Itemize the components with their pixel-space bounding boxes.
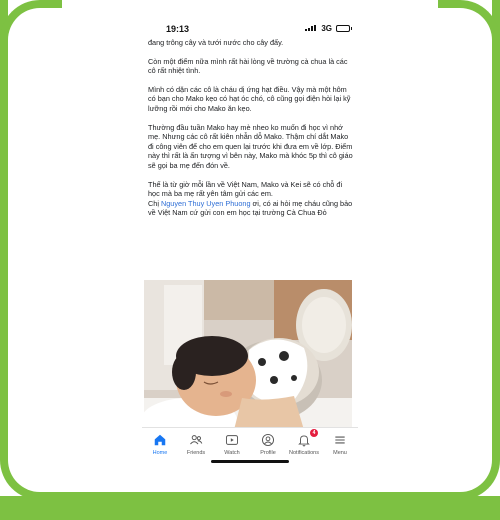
tab-watch[interactable]: Watch [214, 428, 250, 463]
post-paragraph: Thế là từ giờ mỗi lần về Việt Nam, Mako … [148, 179, 343, 199]
tab-menu[interactable]: Menu [322, 428, 358, 463]
profile-icon [261, 433, 275, 447]
friends-icon [190, 435, 203, 445]
signal-icon [305, 25, 316, 31]
home-indicator[interactable] [211, 460, 289, 463]
post-paragraph: Mình có dặn các cô là cháu dị ứng hạt đi… [148, 84, 351, 113]
tab-label: Friends [186, 450, 206, 456]
post-paragraph: Thường đầu tuần Mako hay mè nheo ko muốn… [148, 122, 353, 170]
tab-notifications[interactable]: 4 Notifications [286, 428, 322, 463]
tab-home[interactable]: Home [142, 428, 178, 463]
green-frame-bottom [0, 496, 500, 520]
post-body: đang trông cây và tưới nước cho cây đấy.… [148, 38, 354, 227]
tab-label: Notifications [289, 450, 319, 456]
tab-profile[interactable]: Profile [250, 428, 286, 463]
status-bar: 19:13 3G [142, 18, 358, 40]
home-icon [154, 434, 166, 446]
tab-friends[interactable]: Friends [178, 428, 214, 463]
mention-link[interactable]: Nguyen Thuy Uyen Phuong [161, 199, 251, 208]
sleeping-child-photo [144, 280, 352, 446]
tab-label: Menu [333, 450, 347, 456]
closing-prefix: Chị [148, 198, 161, 208]
tab-label: Watch [224, 450, 240, 456]
post-closing: Chị Nguyen Thuy Uyen Phuong ơi, có ai hỏ… [148, 199, 354, 218]
tab-label: Home [152, 450, 168, 456]
status-time: 19:13 [166, 24, 190, 34]
post-photo[interactable] [144, 280, 352, 446]
network-type: 3G [321, 24, 332, 33]
post-paragraph: đang trông cây và tưới nước cho cây đấy. [148, 38, 284, 47]
bottom-tab-bar: Home Friends Watch Profile 4 Notificatio… [142, 427, 358, 463]
bell-icon [298, 435, 310, 447]
phone-screen: 19:13 3G đang trông cây và tưới nước cho… [142, 18, 358, 470]
post-paragraph: Còn một điểm nữa mình rất hài lòng về tr… [148, 56, 348, 76]
watch-icon [225, 435, 239, 445]
tab-label: Profile [260, 450, 276, 456]
battery-icon [336, 25, 352, 32]
notification-badge: 4 [310, 429, 318, 437]
menu-icon [335, 436, 345, 444]
